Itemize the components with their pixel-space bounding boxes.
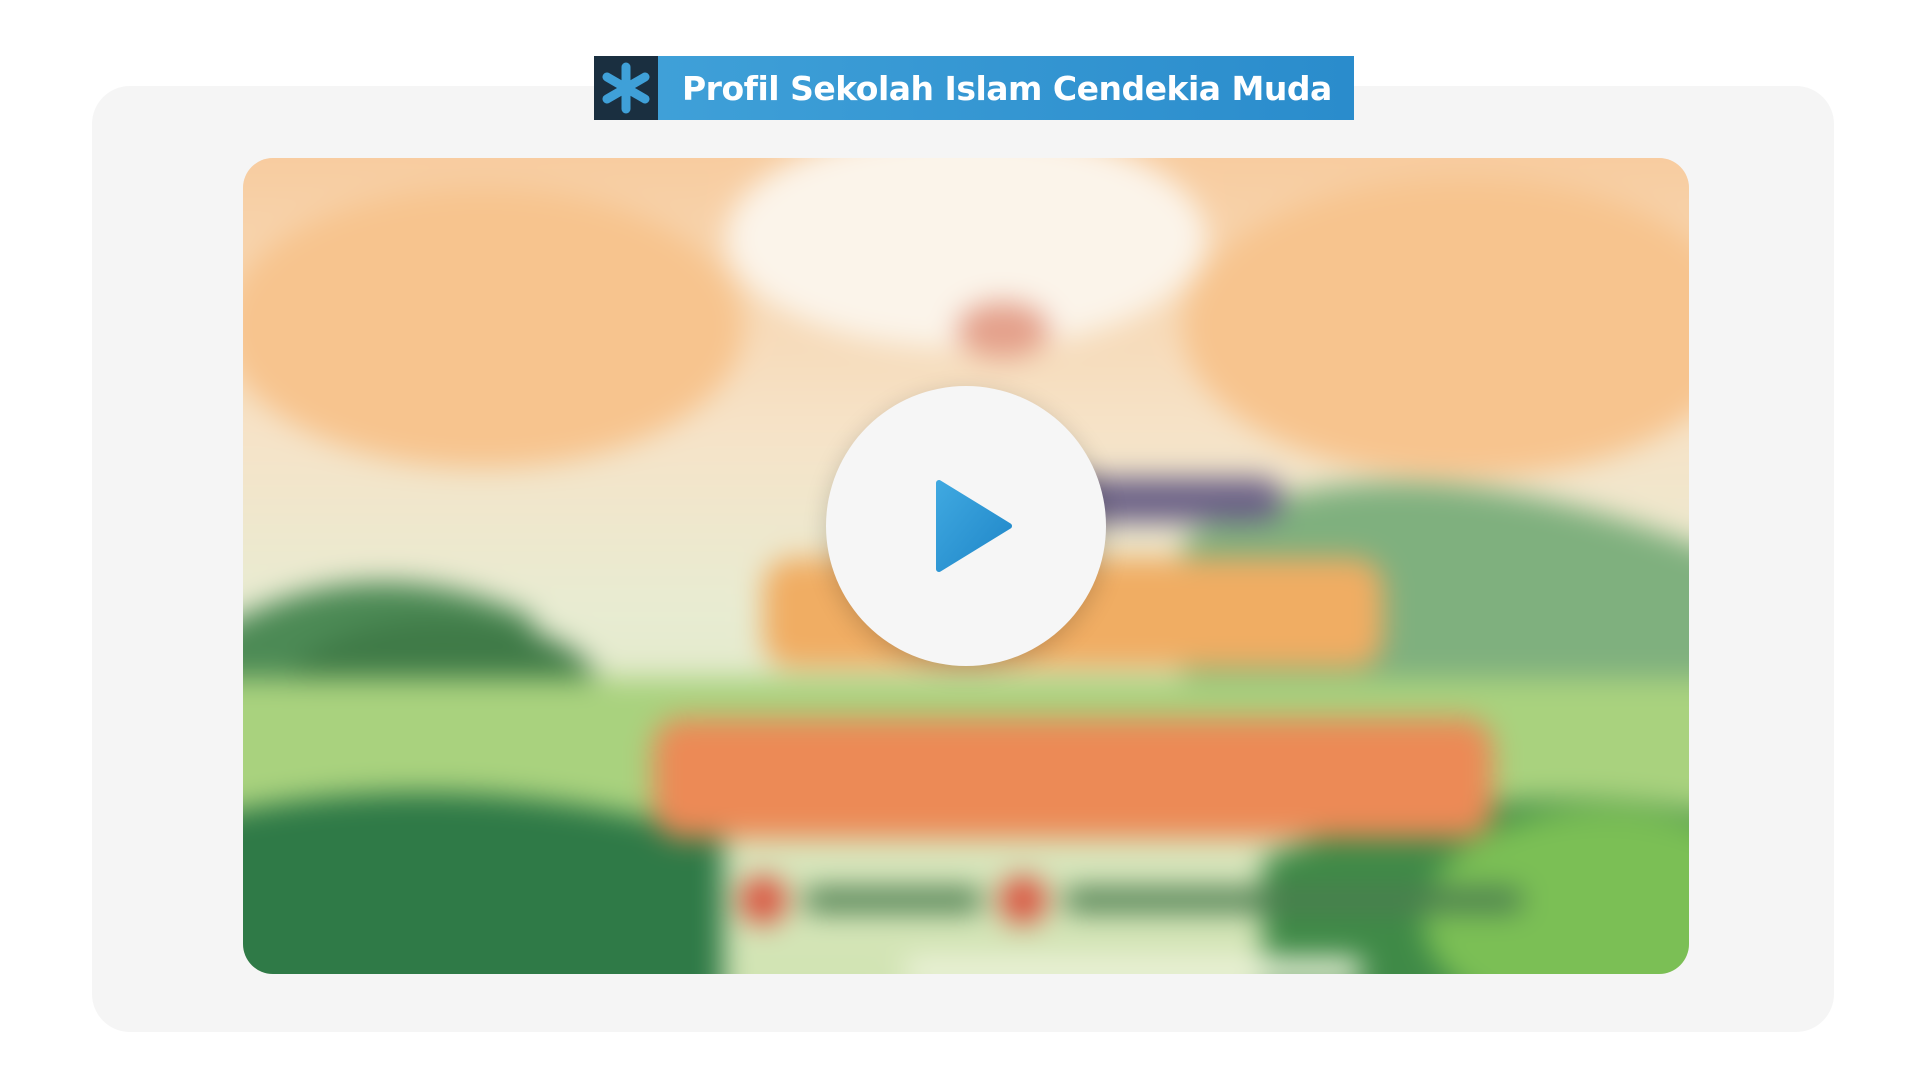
play-button[interactable] [826, 386, 1106, 666]
play-icon [936, 480, 1012, 572]
title-banner: Profil Sekolah Islam Cendekia Muda [594, 56, 1354, 120]
asterisk-icon [594, 56, 658, 120]
page-title: Profil Sekolah Islam Cendekia Muda [658, 56, 1354, 120]
